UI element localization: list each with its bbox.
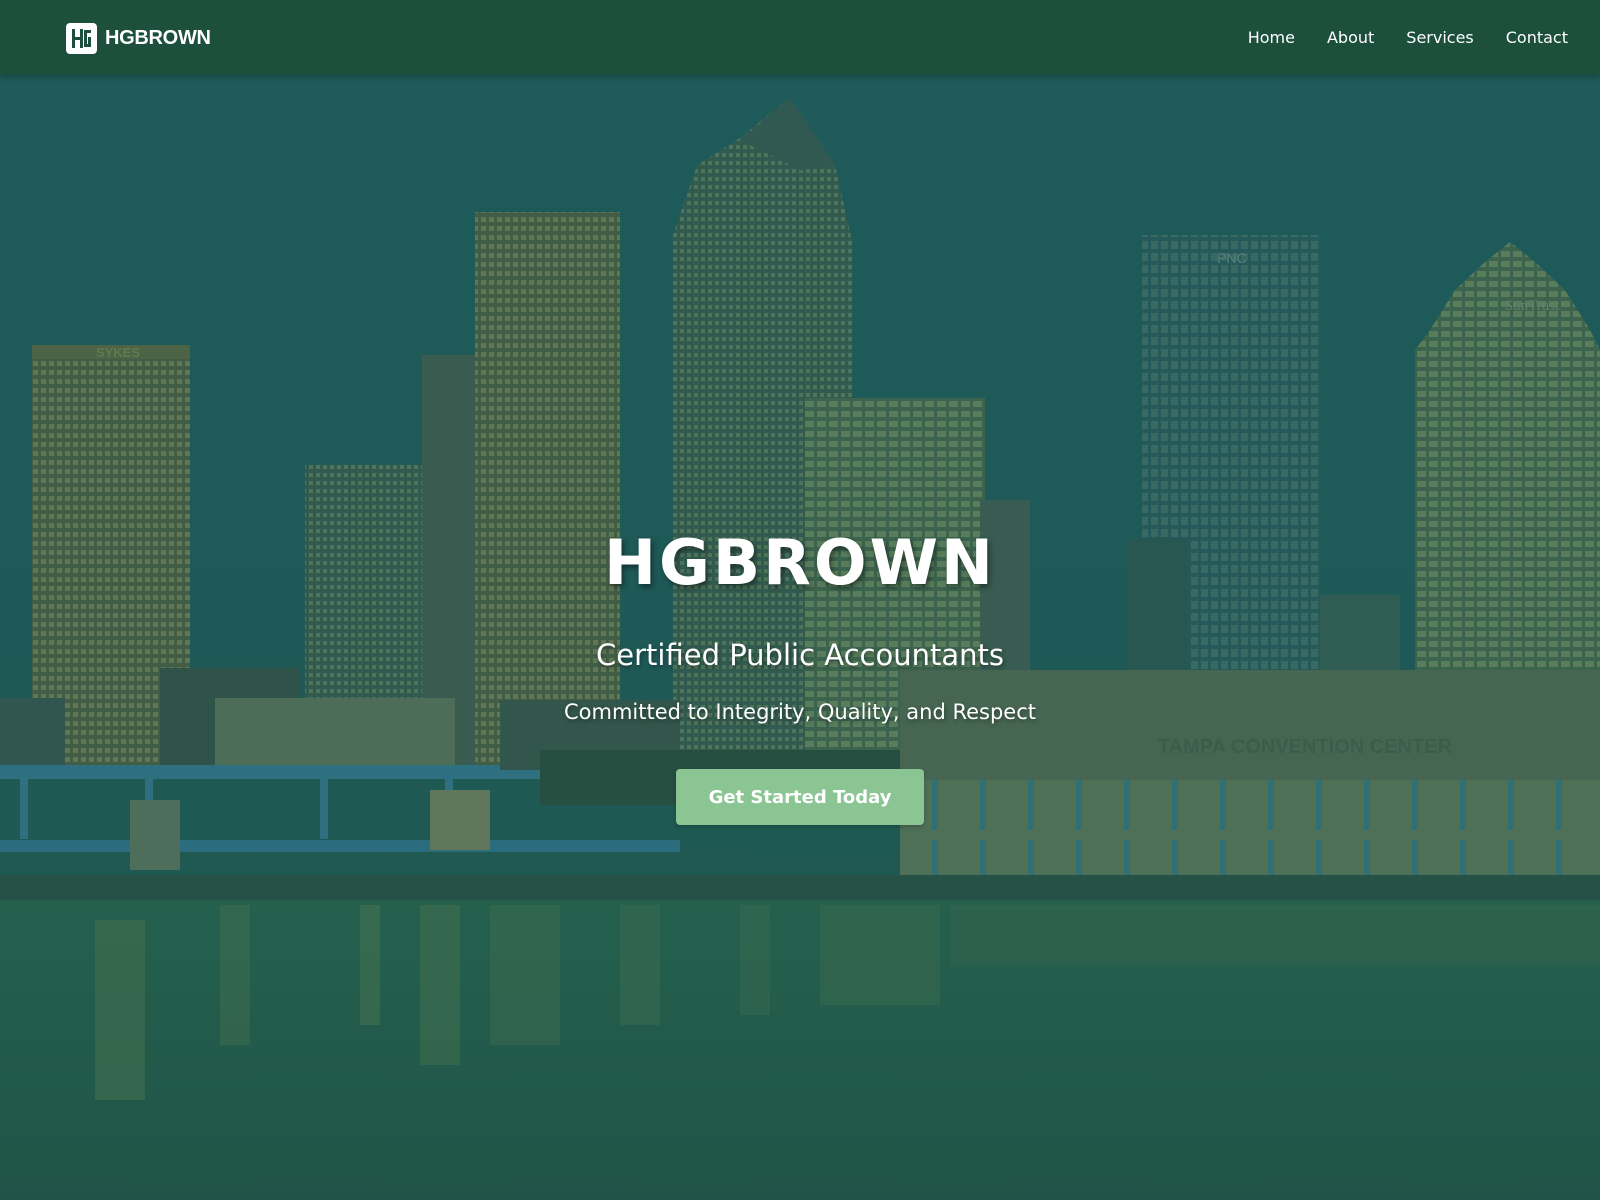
nav-item-services: Services — [1406, 28, 1473, 47]
brand-link[interactable]: HGBROWN — [66, 22, 211, 54]
nav-item-home: Home — [1248, 28, 1295, 47]
hero-section: HGBROWN Certified Public Accountants Com… — [0, 0, 1600, 1200]
nav-item-about: About — [1327, 28, 1374, 47]
nav-item-contact: Contact — [1506, 28, 1568, 47]
hero-title: HGBROWN — [604, 526, 996, 599]
get-started-button[interactable]: Get Started Today — [676, 769, 924, 825]
brand-name: HGBROWN — [105, 26, 211, 49]
hero-subtitle: Certified Public Accountants — [596, 638, 1004, 672]
nav-link-about[interactable]: About — [1327, 28, 1374, 47]
nav-link-contact[interactable]: Contact — [1506, 28, 1568, 47]
nav-link-home[interactable]: Home — [1248, 28, 1295, 47]
nav-menu: Home About Services Contact — [1216, 0, 1568, 75]
hb-monogram-icon — [66, 22, 97, 54]
top-navigation: HGBROWN Home About Services Contact — [0, 0, 1600, 75]
nav-link-services[interactable]: Services — [1406, 28, 1473, 47]
hero-tagline: Committed to Integrity, Quality, and Res… — [564, 700, 1036, 724]
